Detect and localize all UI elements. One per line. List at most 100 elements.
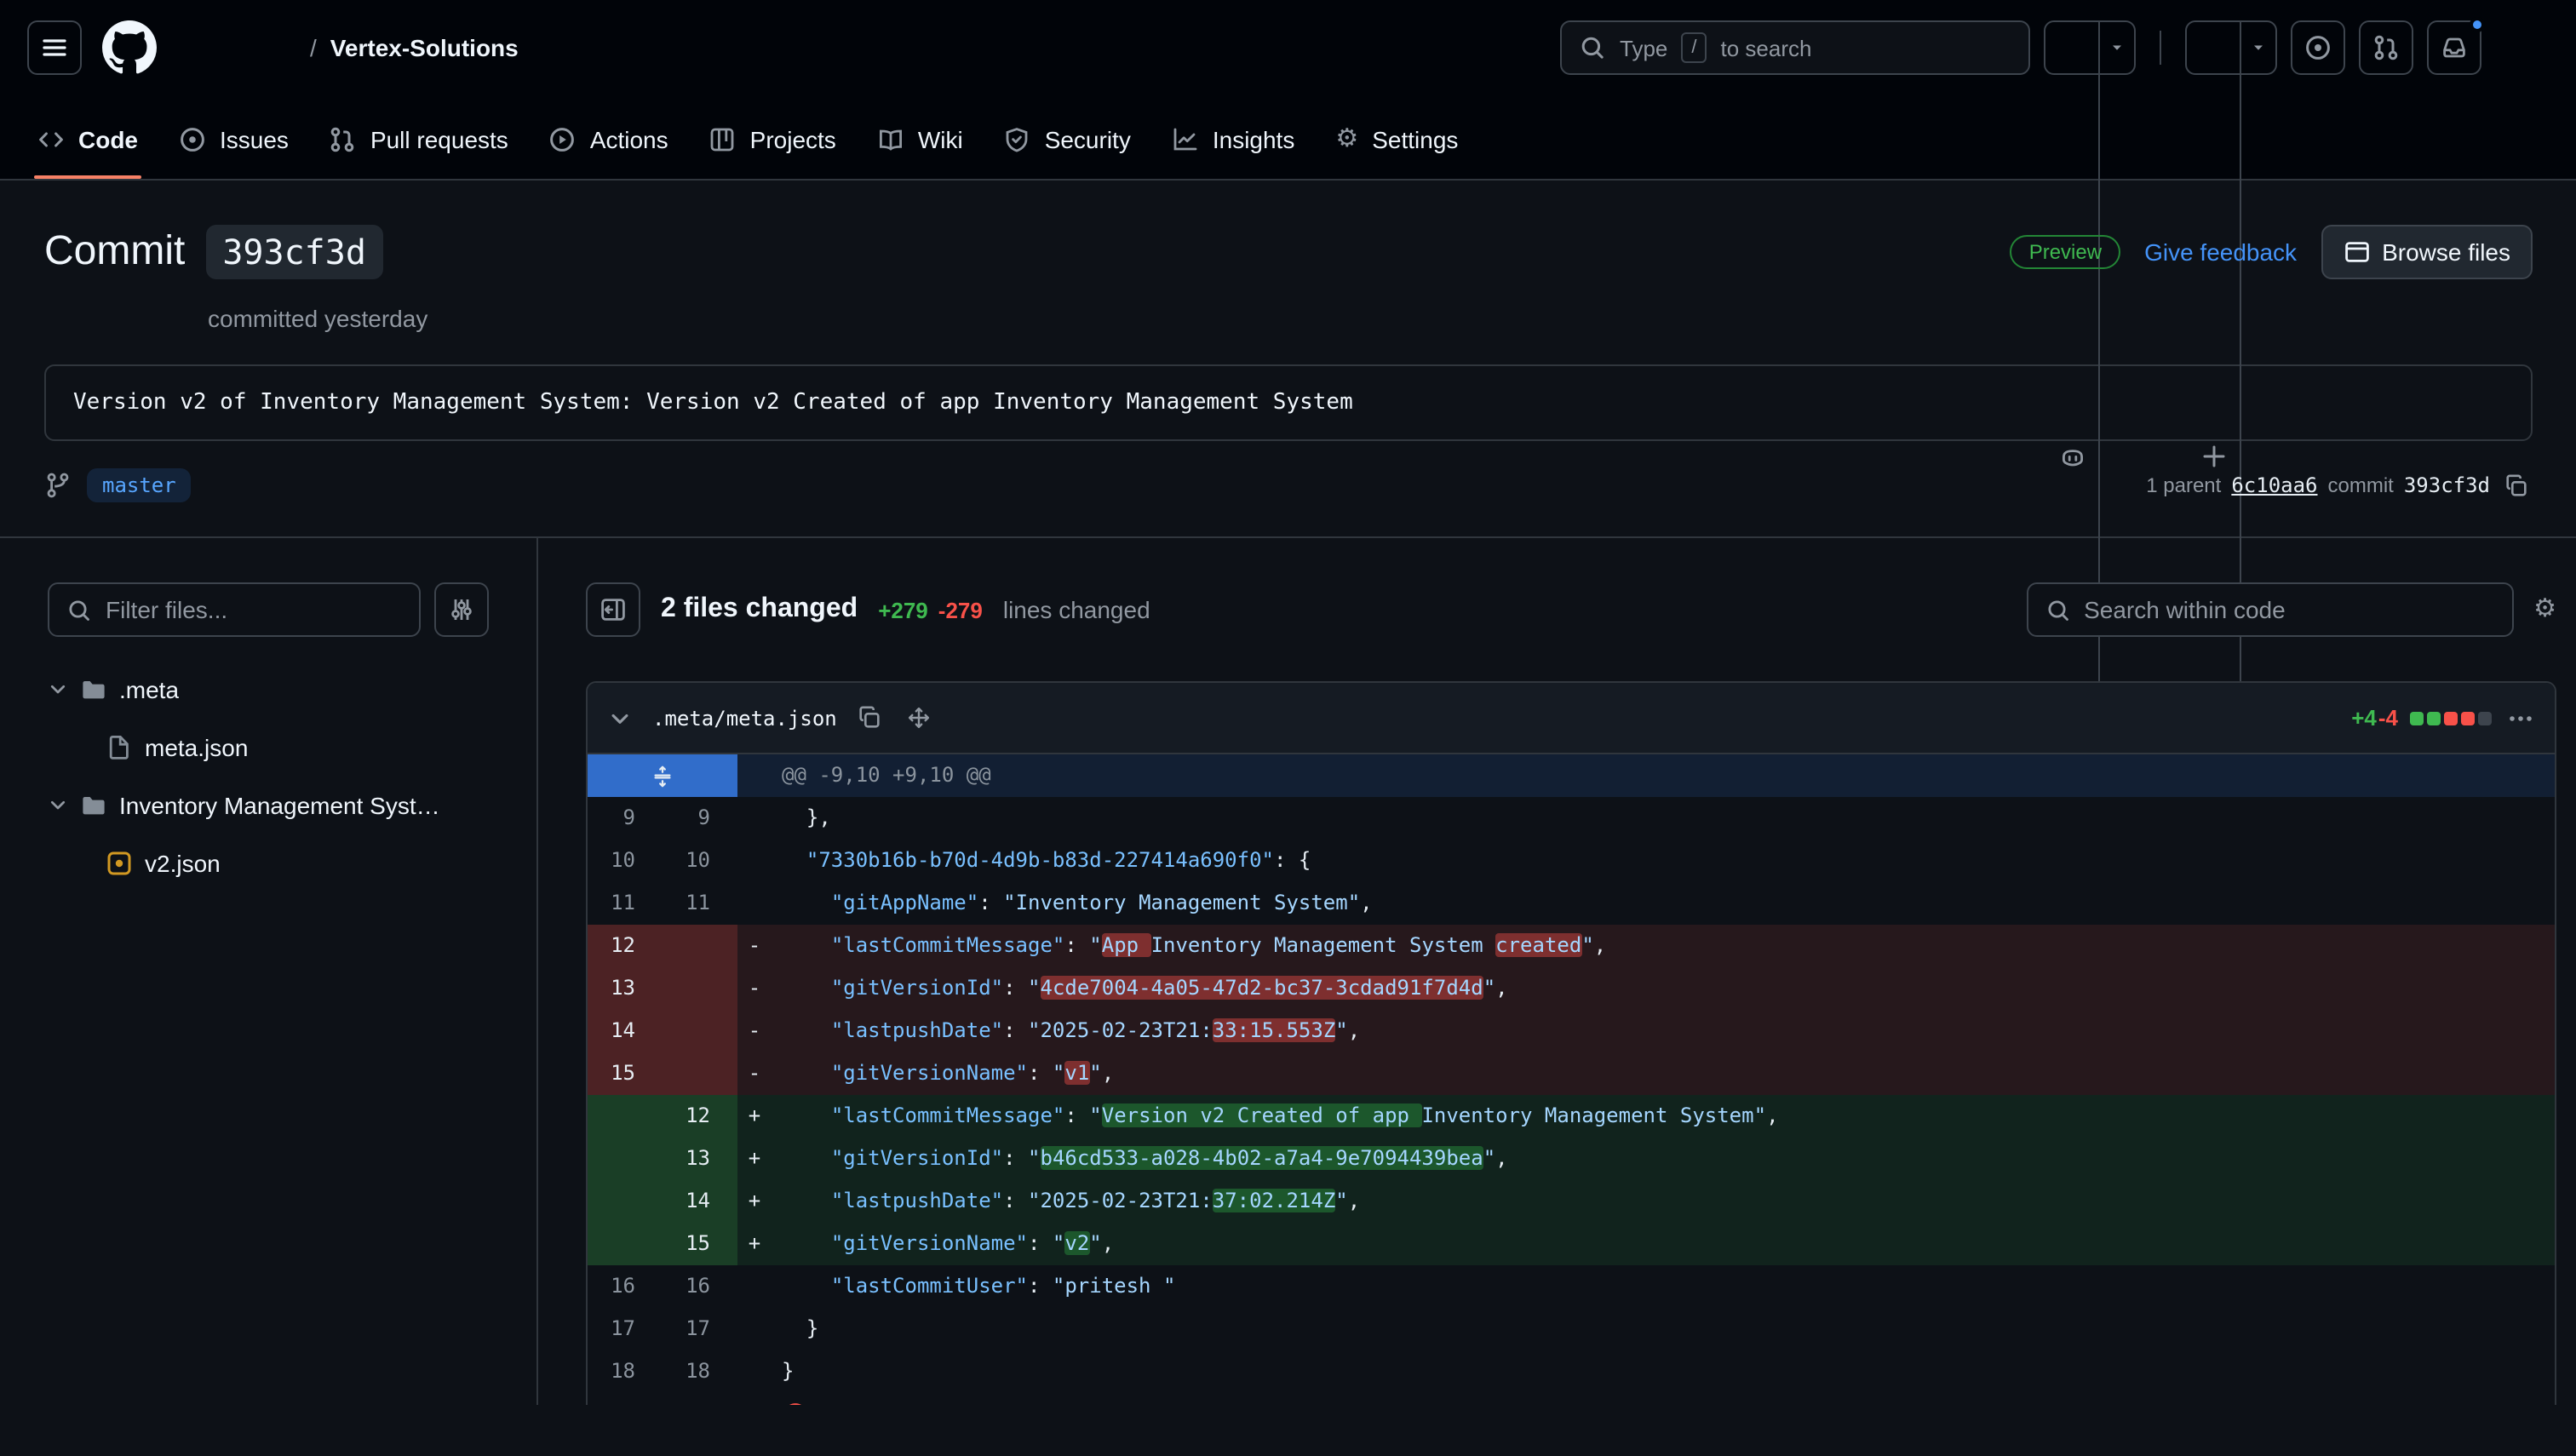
old-line-number[interactable]: 18 bbox=[588, 1350, 663, 1393]
header-divider bbox=[2160, 31, 2161, 65]
tab-issues[interactable]: Issues bbox=[162, 99, 306, 179]
new-line-number[interactable]: 18 bbox=[663, 1350, 737, 1393]
collapse-file-button[interactable] bbox=[605, 702, 635, 733]
search-within-code-input[interactable]: Search within code bbox=[2026, 582, 2513, 637]
file-modified-icon bbox=[106, 850, 133, 877]
parent-count-label: 1 parent bbox=[2146, 473, 2221, 497]
expand-hunk-button[interactable] bbox=[588, 754, 737, 797]
collapse-file-tree-button[interactable] bbox=[586, 582, 640, 637]
inbox-button[interactable] bbox=[2427, 20, 2481, 75]
committed-text: committed yesterday bbox=[208, 305, 427, 332]
filter-placeholder: Filter files... bbox=[106, 596, 227, 623]
diff-settings-button[interactable]: ⚙ bbox=[2533, 596, 2556, 623]
old-line-number[interactable] bbox=[588, 1138, 663, 1180]
diffstat-block-add bbox=[2410, 711, 2424, 725]
copy-file-path-button[interactable] bbox=[854, 702, 886, 734]
commit-sha-text: 393cf3d bbox=[2404, 473, 2490, 497]
tab-security[interactable]: Security bbox=[987, 99, 1148, 179]
tab-insights[interactable]: Insights bbox=[1155, 99, 1312, 179]
tab-wiki[interactable]: Wiki bbox=[860, 99, 980, 179]
diff-line-ctx: 1717 } bbox=[588, 1308, 2555, 1350]
pull-requests-dashboard-button[interactable] bbox=[2359, 20, 2413, 75]
tab-actions[interactable]: Actions bbox=[532, 99, 686, 179]
global-header: / Vertex-Solutions Type / to search bbox=[0, 0, 2576, 95]
old-line-number[interactable]: 15 bbox=[588, 1052, 663, 1095]
tab-projects[interactable]: Projects bbox=[692, 99, 853, 179]
old-line-number[interactable]: 11 bbox=[588, 882, 663, 925]
breadcrumb-repo-link[interactable]: Vertex-Solutions bbox=[330, 34, 519, 61]
new-line-number[interactable]: 16 bbox=[663, 1265, 737, 1308]
new-line-number[interactable]: 11 bbox=[663, 882, 737, 925]
old-line-number[interactable] bbox=[588, 1223, 663, 1265]
new-line-number[interactable]: 14 bbox=[663, 1180, 737, 1223]
copy-sha-button[interactable] bbox=[2500, 469, 2533, 502]
give-feedback-link[interactable]: Give feedback bbox=[2144, 238, 2297, 266]
new-line-number[interactable] bbox=[663, 1010, 737, 1052]
old-line-number[interactable] bbox=[588, 1180, 663, 1223]
file-filter-options-button[interactable] bbox=[434, 582, 489, 637]
hamburger-menu-button[interactable] bbox=[27, 20, 82, 75]
slash-key-hint: / bbox=[1681, 32, 1707, 63]
caret-down-icon bbox=[2250, 39, 2267, 56]
browse-files-button[interactable]: Browse files bbox=[2321, 225, 2533, 279]
copilot-button[interactable] bbox=[2044, 20, 2136, 75]
copy-icon bbox=[858, 705, 883, 731]
redacted-owner-name[interactable] bbox=[184, 35, 296, 60]
code-line: "lastpushDate": "2025-02-23T21:33:15.553… bbox=[772, 1010, 2555, 1052]
new-line-number[interactable] bbox=[663, 967, 737, 1010]
tab-label: Settings bbox=[1372, 125, 1458, 152]
old-line-number[interactable]: 9 bbox=[588, 797, 663, 840]
new-line-number[interactable] bbox=[663, 1052, 737, 1095]
parent-sha-link[interactable]: 6c10aa6 bbox=[2231, 473, 2317, 497]
author-avatar[interactable] bbox=[44, 300, 82, 337]
old-line-number[interactable] bbox=[588, 1095, 663, 1138]
copilot-menu-caret[interactable] bbox=[2100, 22, 2134, 73]
filter-files-input[interactable]: Filter files... bbox=[48, 582, 421, 637]
file-deletions: -4 bbox=[2378, 705, 2398, 731]
old-line-number[interactable]: 16 bbox=[588, 1265, 663, 1308]
graph-icon bbox=[1172, 125, 1199, 152]
kebab-icon bbox=[2507, 704, 2534, 731]
create-new-caret[interactable] bbox=[2241, 22, 2275, 73]
diff-marker: + bbox=[737, 1138, 772, 1180]
diff-marker: - bbox=[737, 967, 772, 1010]
tab-pull-requests[interactable]: Pull requests bbox=[313, 99, 525, 179]
git-branch-icon bbox=[44, 472, 72, 499]
tab-label: Projects bbox=[750, 125, 836, 152]
new-line-number[interactable]: 17 bbox=[663, 1308, 737, 1350]
commit-word-label: commit bbox=[2328, 473, 2394, 497]
old-line-number[interactable]: 14 bbox=[588, 1010, 663, 1052]
old-line-number[interactable]: 10 bbox=[588, 840, 663, 882]
drag-file-handle[interactable] bbox=[904, 702, 936, 734]
global-search-input[interactable]: Type / to search bbox=[1560, 20, 2030, 75]
redacted-author-name[interactable] bbox=[95, 307, 194, 330]
new-line-number[interactable] bbox=[663, 925, 737, 967]
branch-label[interactable]: master bbox=[87, 468, 192, 502]
old-line-number[interactable]: 12 bbox=[588, 925, 663, 967]
diff-file-panel: .meta/meta.json +4 -4 bbox=[586, 681, 2556, 1405]
tab-code[interactable]: Code bbox=[20, 99, 155, 179]
diff-marker: - bbox=[737, 1052, 772, 1095]
old-line-number[interactable]: 17 bbox=[588, 1308, 663, 1350]
tab-settings[interactable]: ⚙ Settings bbox=[1318, 99, 1475, 179]
new-line-number[interactable]: 15 bbox=[663, 1223, 737, 1265]
diff-file-name[interactable]: .meta/meta.json bbox=[652, 706, 837, 730]
old-line-number[interactable]: 13 bbox=[588, 967, 663, 1010]
create-new-button[interactable] bbox=[2185, 20, 2277, 75]
tree-item-label: Inventory Management Syst… bbox=[119, 792, 440, 819]
new-line-number[interactable]: 12 bbox=[663, 1095, 737, 1138]
user-avatar[interactable] bbox=[2495, 20, 2550, 75]
new-line-number[interactable]: 9 bbox=[663, 797, 737, 840]
github-logo[interactable] bbox=[102, 20, 157, 75]
tree-item-v2.json[interactable]: v2.json bbox=[48, 834, 489, 892]
new-line-number[interactable]: 10 bbox=[663, 840, 737, 882]
code-line: "gitVersionName": "v2", bbox=[772, 1223, 2555, 1265]
tree-item-inventory-management-syst-[interactable]: Inventory Management Syst… bbox=[48, 777, 489, 834]
file-additions: +4 bbox=[2351, 705, 2377, 731]
issues-dashboard-button[interactable] bbox=[2291, 20, 2345, 75]
code-line: } bbox=[772, 1308, 2555, 1350]
new-line-number[interactable]: 13 bbox=[663, 1138, 737, 1180]
tree-item-.meta[interactable]: .meta bbox=[48, 661, 489, 719]
file-options-button[interactable] bbox=[2504, 701, 2538, 735]
tree-item-meta.json[interactable]: meta.json bbox=[48, 719, 489, 777]
